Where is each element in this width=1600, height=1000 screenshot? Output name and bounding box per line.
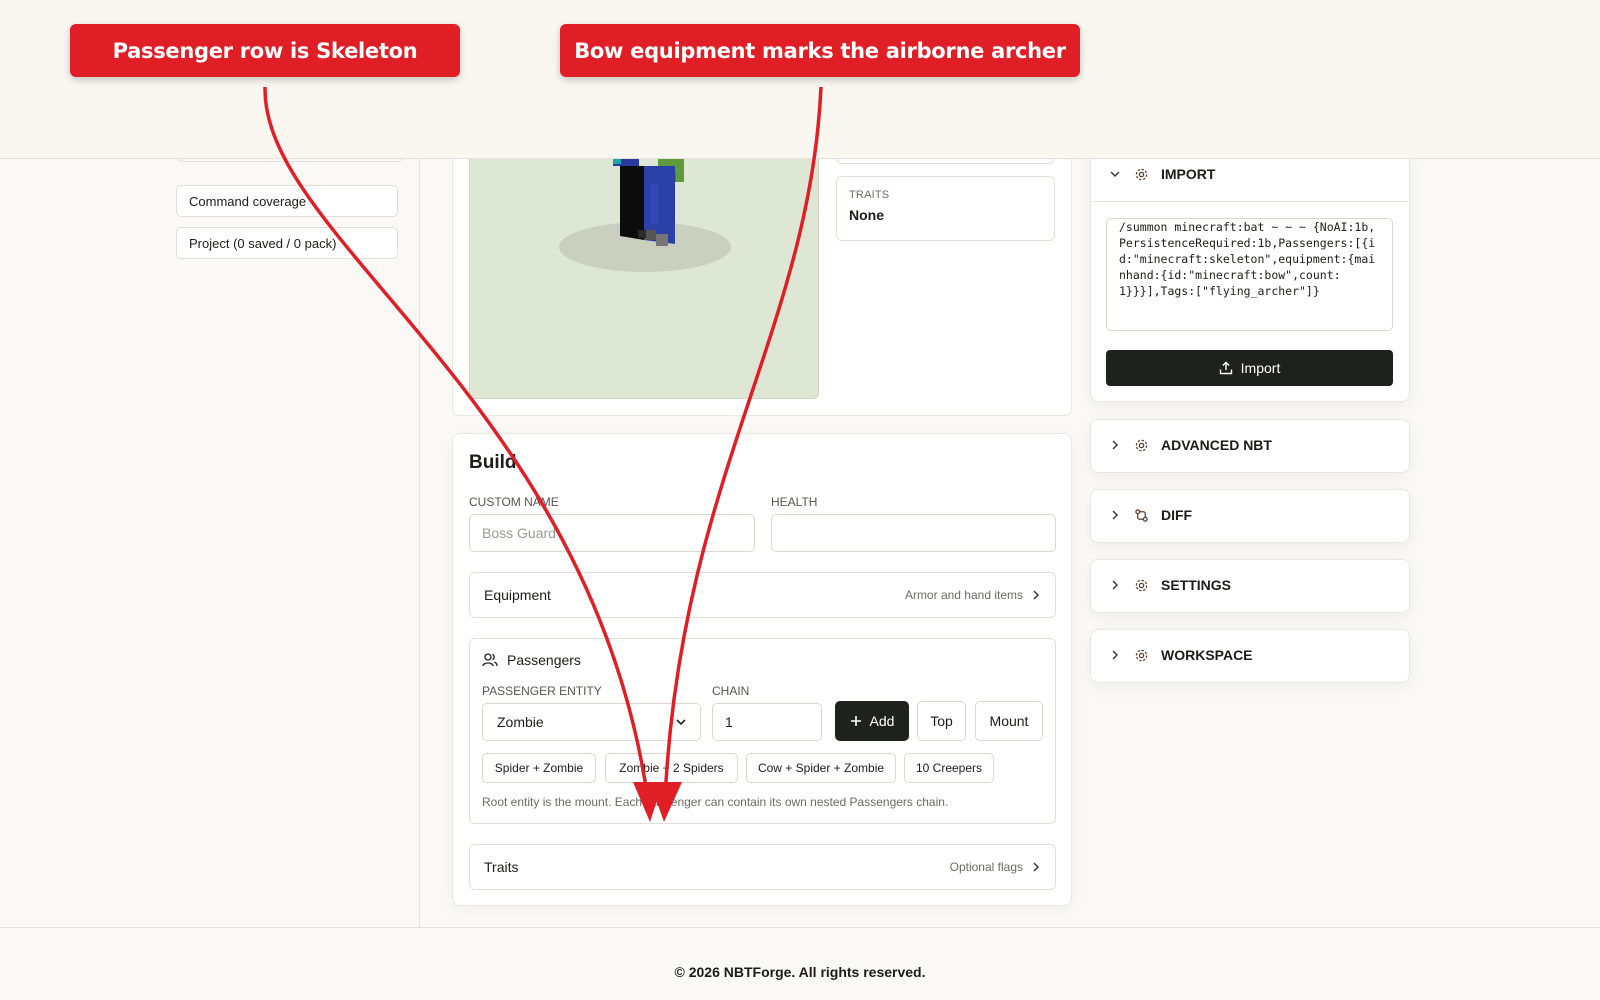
callout-bow-equipment: Bow equipment marks the airborne archer <box>560 24 1080 77</box>
leg-left <box>620 166 644 240</box>
upload-icon <box>1219 361 1232 375</box>
traits-label: Traits <box>484 859 519 875</box>
equipment-label: Equipment <box>484 587 551 603</box>
import-button[interactable]: Import <box>1106 350 1393 386</box>
advanced-nbt-title: ADVANCED NBT <box>1161 437 1272 453</box>
custom-name-input[interactable] <box>469 514 755 552</box>
plus-icon <box>850 716 861 726</box>
entity-preview-canvas[interactable] <box>469 158 819 399</box>
chevron-right-icon <box>1112 580 1118 590</box>
workspace-header[interactable]: WORKSPACE <box>1108 647 1253 663</box>
users-icon <box>482 653 498 667</box>
chain-label: CHAIN <box>712 684 750 698</box>
preset-10-creepers[interactable]: 10 Creepers <box>904 753 994 783</box>
preset-spider-zombie[interactable]: Spider + Zombie <box>482 753 596 783</box>
workspace-title: WORKSPACE <box>1161 647 1253 663</box>
health-input[interactable] <box>771 514 1056 552</box>
sidebar-item-project[interactable]: Project (0 saved / 0 pack) <box>176 227 398 259</box>
mount-button[interactable]: Mount <box>975 701 1043 741</box>
equipment-hint: Armor and hand items <box>904 588 1023 602</box>
sidebar-item-command-coverage[interactable]: Command coverage <box>176 185 398 217</box>
chevron-down-icon <box>676 719 686 726</box>
traits-hint: Optional flags <box>949 860 1023 874</box>
chevron-right-icon <box>1033 590 1039 600</box>
passengers-title: Passengers <box>507 652 581 668</box>
git-compare-icon <box>1135 508 1148 522</box>
chevron-right-icon <box>1112 650 1118 660</box>
advanced-nbt-header[interactable]: ADVANCED NBT <box>1108 437 1272 453</box>
settings-title: SETTINGS <box>1161 577 1232 593</box>
gear-icon <box>1135 439 1148 451</box>
top-button[interactable]: Top <box>917 701 966 741</box>
import-divider <box>1090 201 1410 202</box>
gear-icon <box>1135 168 1148 180</box>
chevron-down-icon <box>1110 171 1120 177</box>
gear-icon <box>1135 649 1148 661</box>
passenger-entity-value: Zombie <box>497 714 544 730</box>
traits-section[interactable]: Traits Optional flags <box>469 844 1056 890</box>
callout-passenger-row: Passenger row is Skeleton <box>70 24 460 77</box>
traits-summary-card: TRAITS None <box>836 176 1055 241</box>
chevron-right-icon <box>1112 440 1118 450</box>
diff-title: DIFF <box>1161 507 1193 523</box>
chain-input[interactable]: 1 <box>712 703 822 741</box>
traits-summary-label: TRAITS <box>849 189 890 201</box>
add-passenger-button[interactable]: Add <box>835 701 909 741</box>
passenger-entity-select[interactable]: Zombie <box>482 703 701 741</box>
sidebar-divider <box>419 158 420 927</box>
traits-summary-value: None <box>849 207 884 223</box>
import-title: IMPORT <box>1161 166 1216 182</box>
import-header[interactable]: IMPORT <box>1108 166 1215 182</box>
passenger-entity-label: PASSENGER ENTITY <box>482 684 602 698</box>
footer-divider <box>0 927 1600 928</box>
health-label: HEALTH <box>771 495 818 509</box>
custom-name-label: CUSTOM NAME <box>469 495 559 509</box>
equipment-section[interactable]: Equipment Armor and hand items <box>469 572 1056 618</box>
passengers-header: Passengers <box>482 652 581 668</box>
entity-model <box>559 158 731 272</box>
preset-zombie-2-spiders[interactable]: Zombie + 2 Spiders <box>605 753 738 783</box>
gear-icon <box>1135 579 1148 591</box>
diff-header[interactable]: DIFF <box>1108 507 1192 523</box>
settings-header[interactable]: SETTINGS <box>1108 577 1231 593</box>
import-command-textarea[interactable]: /summon minecraft:bat ~ ~ ~ {NoAI:1b,Per… <box>1106 218 1393 331</box>
footer-copyright: © 2026 NBTForge. All rights reserved. <box>674 964 926 980</box>
chevron-right-icon <box>1112 510 1118 520</box>
passengers-help-text: Root entity is the mount. Each passenger… <box>482 795 949 809</box>
chevron-right-icon <box>1033 862 1039 872</box>
build-title: Build <box>469 452 517 473</box>
preset-cow-spider-zombie[interactable]: Cow + Spider + Zombie <box>746 753 896 783</box>
